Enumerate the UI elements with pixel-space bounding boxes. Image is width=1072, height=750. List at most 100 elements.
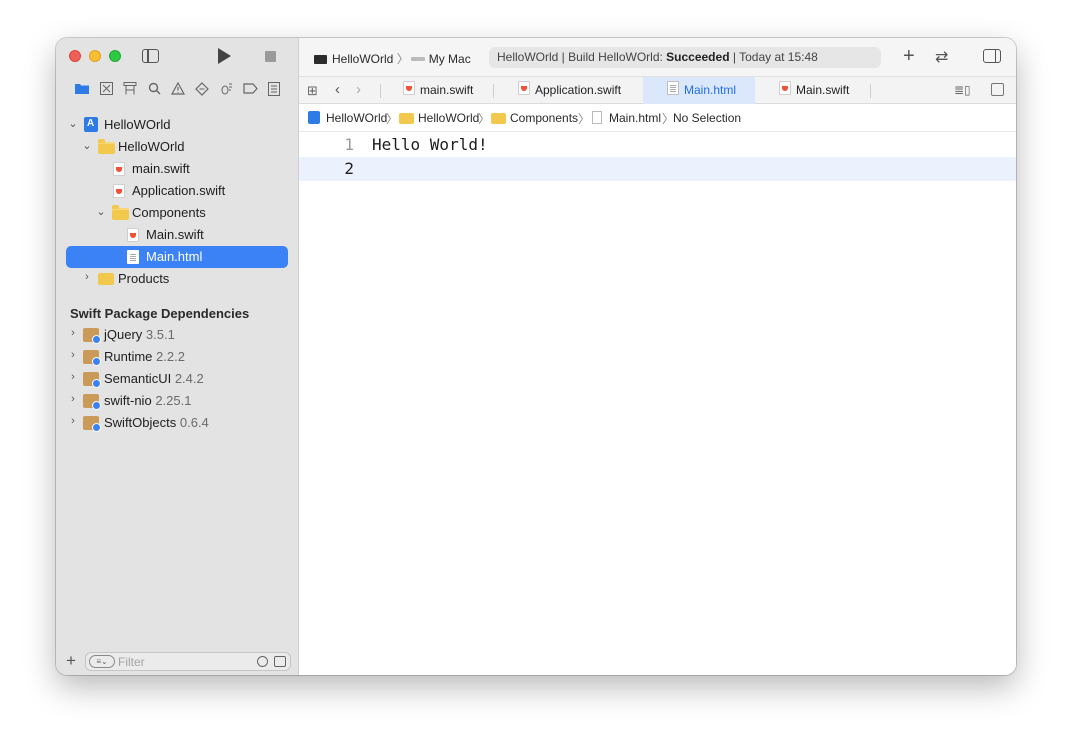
tab-application-swift[interactable]: Application.swift xyxy=(504,77,644,104)
editor-options-icon[interactable]: ≣▯ xyxy=(954,83,971,97)
source-editor[interactable]: 1 Hello World! 2 xyxy=(299,132,1016,675)
tree-item-main-html[interactable]: Main.html xyxy=(66,246,288,268)
chevron-right-icon: 〉 xyxy=(478,112,491,126)
package-name: swift-nio xyxy=(104,393,152,408)
code-review-icon[interactable]: ⇄ xyxy=(935,47,948,67)
editor-area: HelloWOrld 〉 My Mac HelloWOrld | Build He… xyxy=(299,38,1016,675)
tree-item-label: Main.swift xyxy=(146,227,204,242)
package-version: 2.4.2 xyxy=(174,371,204,386)
folder-icon[interactable] xyxy=(74,82,90,98)
test-icon[interactable] xyxy=(194,82,210,98)
tab-components-main-swift[interactable]: Main.swift xyxy=(765,77,865,104)
swift-file-icon xyxy=(779,81,791,95)
line-number: 2 xyxy=(344,159,354,178)
swift-file-icon xyxy=(518,81,530,95)
tree-item-components[interactable]: ⌄ Components xyxy=(66,202,288,224)
packages-heading: Swift Package Dependencies xyxy=(70,306,250,321)
recent-files-icon[interactable] xyxy=(257,656,268,667)
line-number: 1 xyxy=(344,135,354,154)
stop-icon[interactable] xyxy=(265,51,276,62)
tree-item-label: HelloWOrld xyxy=(118,139,185,154)
package-item-swift-nio[interactable]: › swift-nio 2.25.1 xyxy=(66,390,288,412)
breadcrumb-file[interactable]: Main.html xyxy=(609,111,661,125)
package-item-runtime[interactable]: › Runtime 2.2.2 xyxy=(66,346,288,368)
tree-item-main-swift[interactable]: main.swift xyxy=(66,158,288,180)
line-content[interactable]: Hello World! xyxy=(372,133,488,157)
package-name: jQuery xyxy=(104,327,143,342)
activity-status: HelloWOrld | Build HelloWOrld: Succeeded… xyxy=(489,47,881,68)
navigator-filter-bar: + ≡⌄ xyxy=(56,649,298,675)
chevron-down-icon[interactable]: ⌄ xyxy=(68,117,78,130)
package-version: 2.25.1 xyxy=(155,393,192,408)
minimize-button[interactable] xyxy=(89,50,101,62)
scope-icon[interactable] xyxy=(274,656,286,667)
run-icon[interactable] xyxy=(218,48,231,64)
tab-divider xyxy=(493,84,494,98)
html-file-icon xyxy=(127,250,139,264)
tab-main-swift[interactable]: main.swift xyxy=(393,77,493,104)
tree-item-label: Components xyxy=(132,205,206,220)
html-file-icon xyxy=(667,81,679,95)
tree-item-group-helloworld[interactable]: ⌄ HelloWOrld xyxy=(66,136,288,158)
search-icon[interactable] xyxy=(146,82,162,98)
breadcrumb-selection[interactable]: No Selection xyxy=(673,111,741,125)
package-item-swiftobjects[interactable]: › SwiftObjects 0.6.4 xyxy=(66,412,288,434)
tree-item-products[interactable]: › Products xyxy=(66,268,288,290)
package-icon xyxy=(83,394,101,410)
breadcrumb-group[interactable]: HelloWOrld xyxy=(418,111,479,125)
chevron-right-icon: 〉 xyxy=(578,112,591,126)
package-item-jquery[interactable]: › jQuery 3.5.1 xyxy=(66,324,288,346)
chevron-right-icon[interactable]: › xyxy=(68,327,78,339)
package-name: SemanticUI xyxy=(104,371,172,386)
add-editor-icon[interactable] xyxy=(991,83,1004,96)
close-button[interactable] xyxy=(69,50,81,62)
folder-icon xyxy=(112,205,129,220)
sidebar-toggle-icon[interactable] xyxy=(142,49,159,63)
zoom-button[interactable] xyxy=(109,50,121,62)
scheme-selector[interactable]: HelloWOrld 〉 My Mac xyxy=(314,50,471,67)
scheme-name: HelloWOrld xyxy=(332,52,394,66)
package-icon xyxy=(83,416,101,432)
tab-main-html[interactable]: Main.html xyxy=(643,77,755,104)
tree-item-project[interactable]: ⌄ HelloWOrld xyxy=(66,114,288,136)
products-folder-icon xyxy=(98,273,114,285)
chevron-right-icon[interactable]: › xyxy=(82,271,92,283)
chevron-down-icon[interactable]: ⌄ xyxy=(96,205,106,218)
editor-tab-bar: ⊞ ‹ › main.swift Application.swift Main.… xyxy=(299,76,1016,104)
package-name: SwiftObjects xyxy=(104,415,177,430)
tree-item-components-main-swift[interactable]: Main.swift xyxy=(66,224,288,246)
issue-icon[interactable] xyxy=(170,81,186,98)
package-item-semanticui[interactable]: › SemanticUI 2.4.2 xyxy=(66,368,288,390)
tree-item-application-swift[interactable]: Application.swift xyxy=(66,180,288,202)
jump-bar: HelloWOrld 〉 HelloWOrld 〉 Components 〉 M… xyxy=(299,104,1016,132)
breakpoint-icon[interactable] xyxy=(242,82,258,98)
code-line-current[interactable]: 2 xyxy=(299,157,1016,181)
package-icon xyxy=(83,328,101,344)
library-add-icon[interactable]: + xyxy=(903,45,915,67)
chevron-right-icon[interactable]: › xyxy=(68,371,78,383)
debug-icon[interactable] xyxy=(218,82,234,98)
tab-label: Application.swift xyxy=(535,83,622,97)
chevron-right-icon[interactable]: › xyxy=(68,415,78,427)
code-line[interactable]: 1 Hello World! xyxy=(299,133,1016,157)
add-icon[interactable]: + xyxy=(66,652,76,670)
back-icon[interactable]: ‹ xyxy=(335,81,340,98)
filter-options-icon[interactable]: ≡⌄ xyxy=(89,655,115,668)
tree-item-label: Main.html xyxy=(146,249,203,264)
forward-icon[interactable]: › xyxy=(356,81,361,98)
status-result: Succeeded xyxy=(666,50,730,64)
report-icon[interactable] xyxy=(266,82,282,98)
breadcrumb-components[interactable]: Components xyxy=(510,111,578,125)
package-version: 0.6.4 xyxy=(179,415,209,430)
chevron-right-icon[interactable]: › xyxy=(68,349,78,361)
filter-input[interactable] xyxy=(118,654,238,669)
filter-field[interactable]: ≡⌄ xyxy=(85,652,291,671)
inspector-toggle-icon[interactable] xyxy=(983,49,1001,63)
source-control-icon[interactable] xyxy=(98,82,114,98)
breadcrumb-project[interactable]: HelloWOrld xyxy=(326,111,387,125)
chevron-down-icon[interactable]: ⌄ xyxy=(82,139,92,152)
symbol-icon[interactable] xyxy=(122,82,138,98)
chevron-right-icon[interactable]: › xyxy=(68,393,78,405)
related-items-icon[interactable]: ⊞ xyxy=(307,83,318,99)
navigator-selector-bar xyxy=(56,78,298,104)
